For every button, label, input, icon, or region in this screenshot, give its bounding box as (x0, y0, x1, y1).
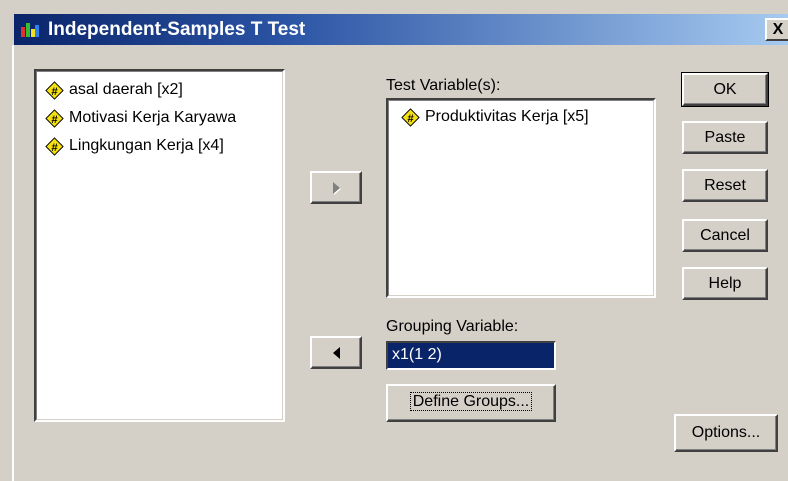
scale-variable-icon: # (45, 136, 64, 156)
move-to-test-button[interactable] (310, 171, 362, 204)
test-variables-label: Test Variable(s): (386, 77, 500, 95)
reset-button[interactable]: Reset (682, 169, 768, 202)
source-variable-list[interactable]: # asal daerah [x2] # Motivasi Kerja Kary… (34, 69, 285, 422)
test-variable-list[interactable]: # Produktivitas Kerja [x5] (386, 98, 656, 298)
arrow-left-icon (333, 347, 340, 359)
define-groups-label: Define Groups... (409, 392, 533, 411)
dialog-left-edge (12, 45, 14, 481)
help-button[interactable]: Help (682, 267, 768, 300)
svg-text:#: # (51, 141, 58, 153)
ok-button[interactable]: OK (681, 72, 769, 107)
move-grouping-back-button[interactable] (310, 336, 362, 369)
list-item-label: Motivasi Kerja Karyawa (69, 109, 237, 126)
cancel-button[interactable]: Cancel (682, 219, 768, 252)
list-item-label: Produktivitas Kerja [x5] (425, 108, 589, 125)
window-title: Independent-Samples T Test (48, 19, 306, 40)
svg-text:#: # (407, 112, 414, 124)
close-button[interactable]: X (765, 18, 788, 41)
list-item[interactable]: # Lingkungan Kerja [x4] (45, 133, 224, 159)
svg-text:#: # (51, 113, 58, 125)
list-item-label: Lingkungan Kerja [x4] (69, 137, 224, 154)
list-item-label: asal daerah [x2] (69, 81, 183, 98)
list-item[interactable]: # asal daerah [x2] (45, 77, 183, 103)
title-bar[interactable]: Independent-Samples T Test X (14, 14, 788, 45)
define-groups-button[interactable]: Define Groups... (386, 384, 556, 422)
svg-text:#: # (51, 85, 58, 97)
options-button[interactable]: Options... (674, 414, 778, 452)
grouping-variable-field[interactable]: x1(1 2) (386, 341, 556, 370)
list-item[interactable]: # Produktivitas Kerja [x5] (401, 104, 589, 130)
scale-variable-icon: # (45, 80, 64, 100)
scale-variable-icon: # (45, 108, 64, 128)
test-variables-label-text: Test Variable(s): (386, 77, 501, 94)
arrow-right-icon (333, 182, 341, 195)
scale-variable-icon: # (401, 107, 420, 127)
spss-app-icon (21, 23, 39, 37)
grouping-variable-label: Grouping Variable: (386, 318, 519, 335)
list-item[interactable]: # Motivasi Kerja Karyawa (45, 105, 236, 131)
paste-button[interactable]: Paste (682, 121, 768, 154)
